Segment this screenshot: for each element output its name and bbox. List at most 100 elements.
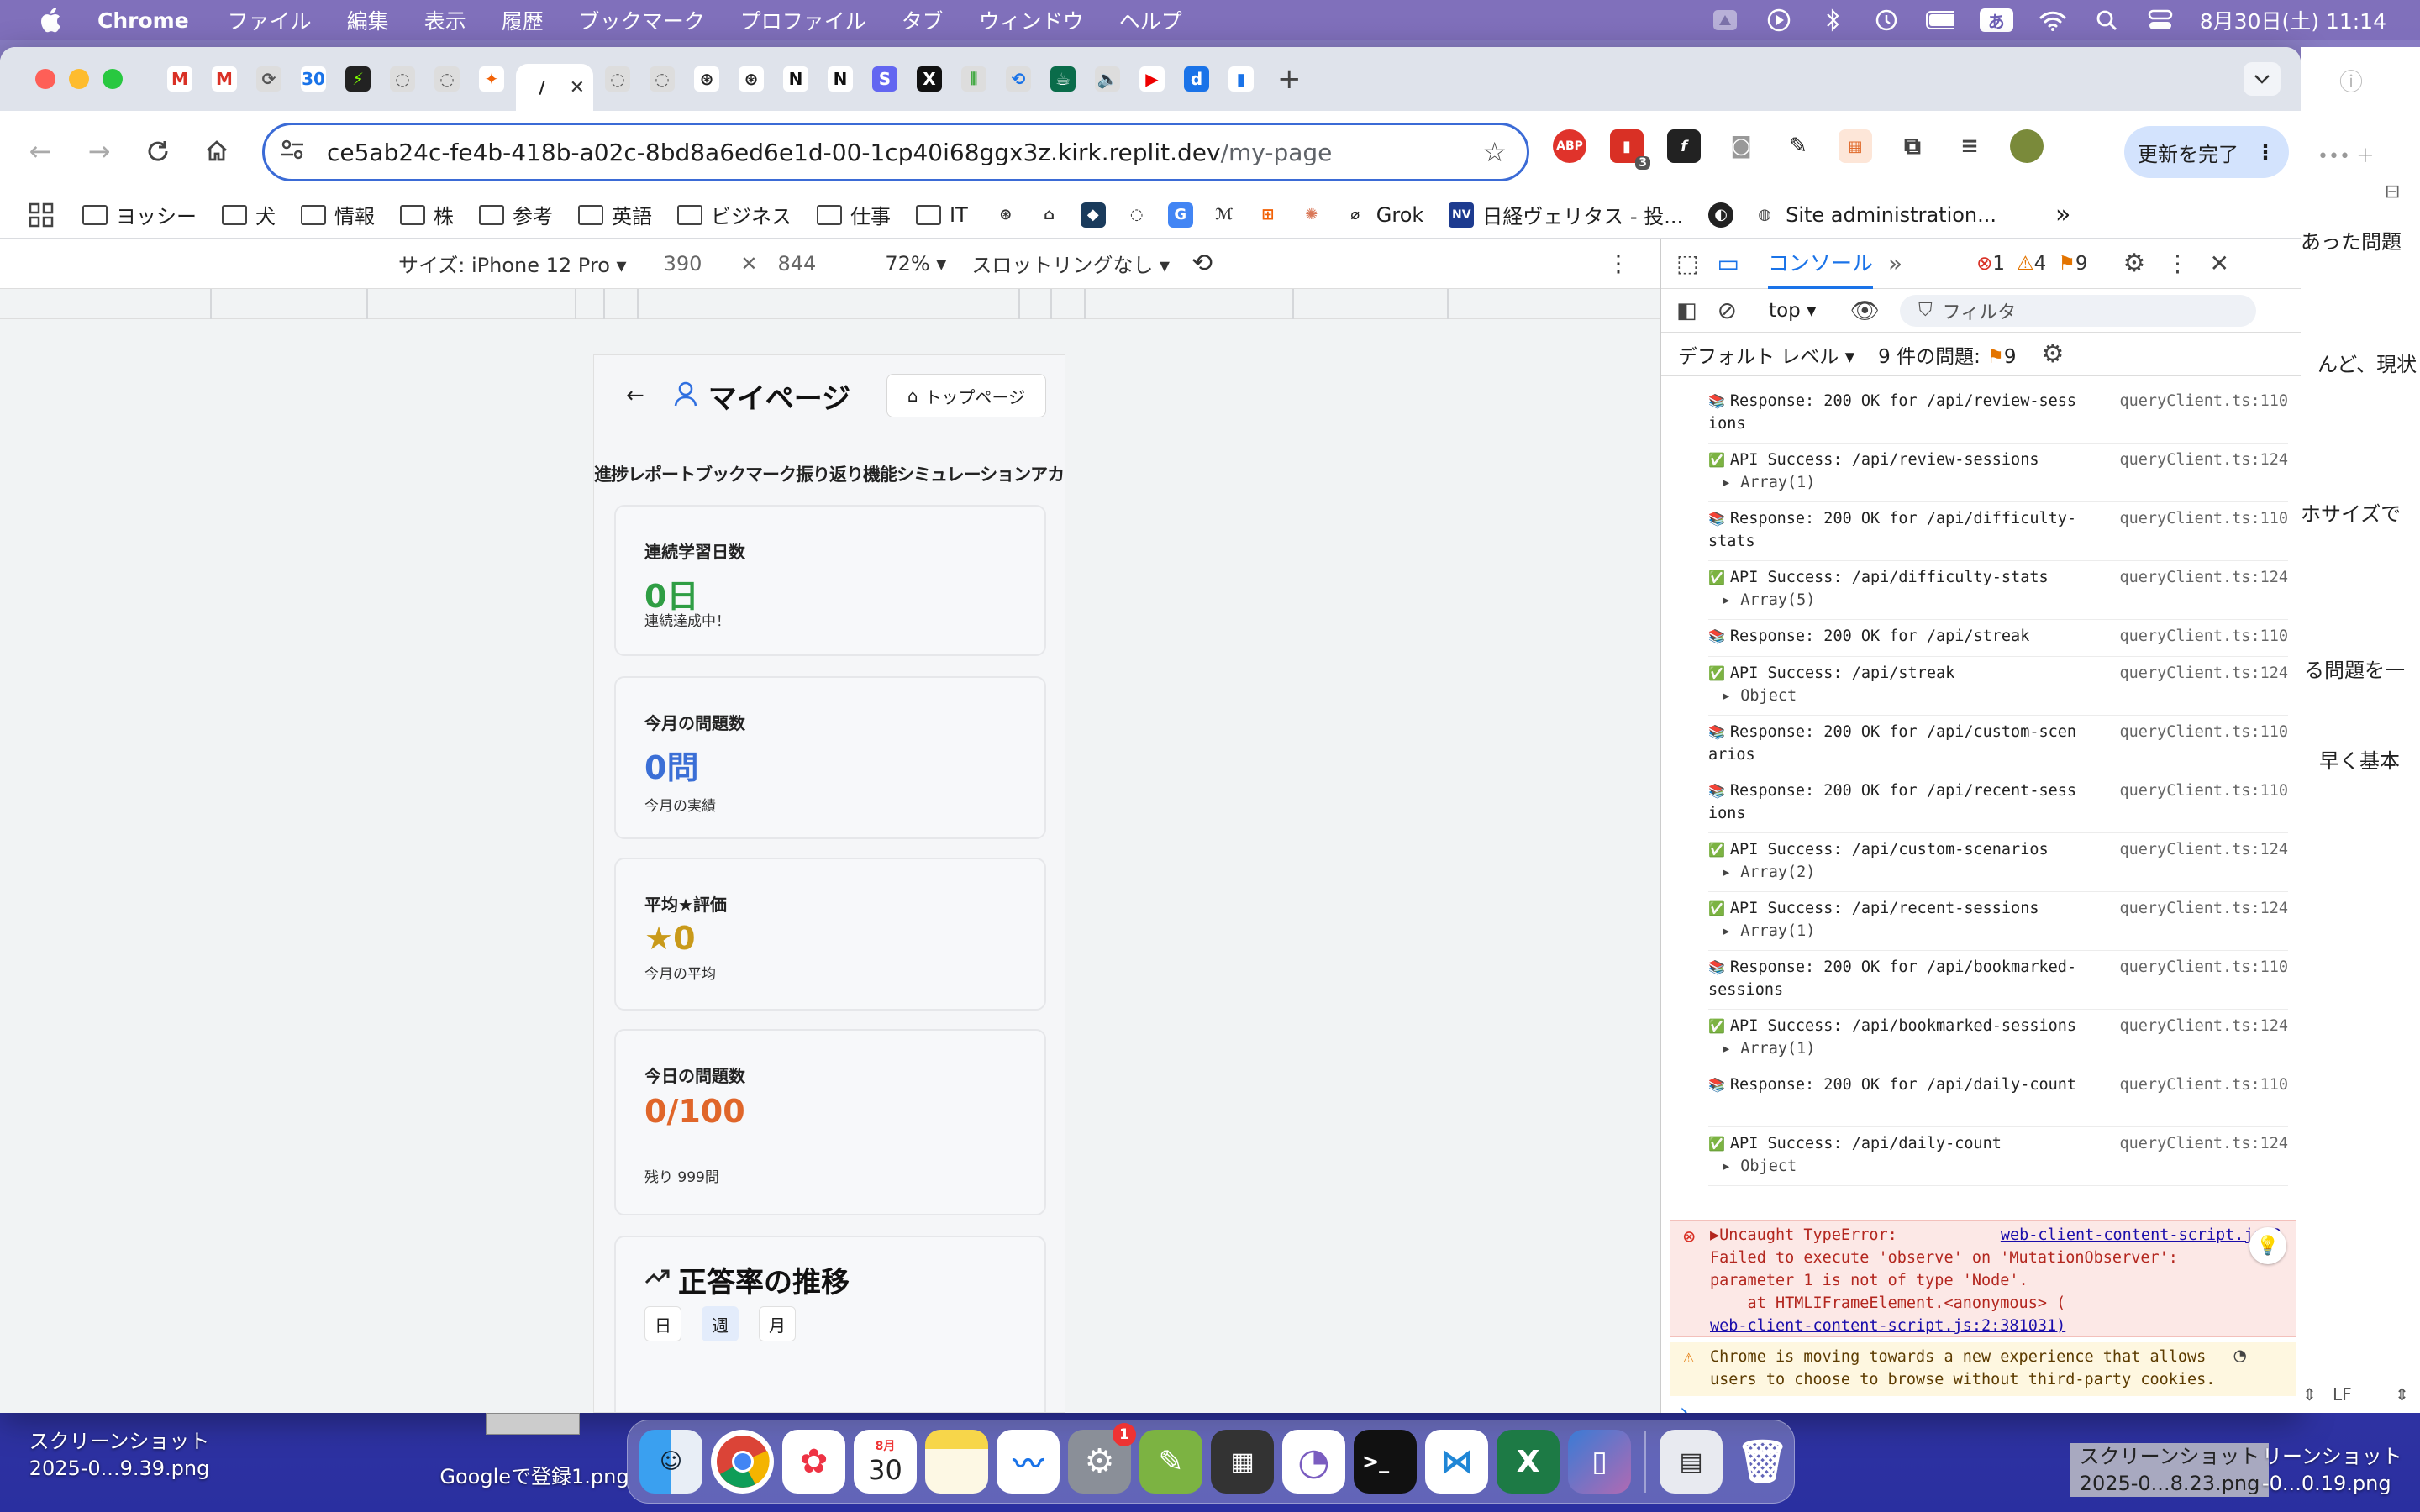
browser-tab[interactable]: ⦀ <box>954 55 994 102</box>
browser-tab[interactable]: ◌ <box>427 55 467 102</box>
eyedropper-icon[interactable]: ✎ <box>1781 129 1815 163</box>
bookmark-nikkei[interactable]: NV 日経ヴェリタス - 投... <box>1449 200 1683 229</box>
home-bookmark-icon[interactable]: ⌂ <box>1037 202 1062 228</box>
console-warning-entry[interactable]: ⚠ Chrome is moving towards a new experie… <box>1670 1342 2296 1396</box>
zoom-select[interactable]: 72% ▾ <box>885 252 946 276</box>
browser-tab[interactable]: ◌ <box>642 55 682 102</box>
console-log-entry[interactable]: 📚 Response: 200 OK for /api/review-sessio… <box>1708 386 2288 444</box>
perplexity-bookmark-icon[interactable]: ◆ <box>1080 202 1106 228</box>
console-log-entry[interactable]: ✅ API Success: /api/custom-scenarios ▸ Arr… <box>1708 835 2288 892</box>
tab-search-button[interactable] <box>2244 62 2281 96</box>
issues-link[interactable]: 9 件の問題: ⚑9 <box>1878 340 2016 369</box>
device-toggle-icon[interactable]: ▭ <box>1717 249 1739 277</box>
menu-bookmarks[interactable]: ブックマーク <box>579 5 705 35</box>
bookmark-folder-english[interactable]: 英語 <box>578 200 652 229</box>
error-source-link[interactable]: web-client-content-script.js:2 <box>2001 1224 2281 1247</box>
expand-triangle-icon[interactable]: ▸ <box>1722 922 1740 940</box>
terminal-icon[interactable]: >_ <box>1354 1430 1418 1494</box>
segment-month[interactable]: 月 <box>759 1306 796 1341</box>
apps-grid-icon[interactable] <box>29 202 54 228</box>
chatgpt-bookmark-icon[interactable]: ⊛ <box>993 202 1018 228</box>
updown-icon[interactable]: ⇕ <box>2395 1384 2409 1404</box>
log-source-link[interactable]: queryClient.ts:124 <box>2120 1132 2288 1155</box>
log-level-select[interactable]: デフォルト レベル ▾ <box>1678 340 1854 369</box>
iphone-mirroring-icon[interactable]: ▯ <box>1568 1430 1632 1494</box>
bluetooth-icon[interactable] <box>1818 8 1847 32</box>
log-expandable-object[interactable]: ▸ Array(1) <box>1722 1037 2288 1060</box>
bookmark-folder-work[interactable]: 仕事 <box>817 200 891 229</box>
expand-triangle-icon[interactable]: ▸ <box>1722 1040 1740 1058</box>
downloads-stack-icon[interactable]: ▤ <box>1660 1430 1723 1494</box>
site-settings-icon[interactable] <box>280 137 313 168</box>
browser-tab[interactable]: N <box>776 55 816 102</box>
address-bar[interactable]: ce5ab24c-fe4b-418b-a02c-8bd8a6ed6e1d-00-… <box>262 123 1529 181</box>
desktop-file-screenshot-3[interactable]: リーンショット -0...0.19.png <box>2262 1443 2420 1497</box>
log-source-link[interactable]: queryClient.ts:110 <box>2120 721 2288 743</box>
new-tab-button[interactable]: + <box>1277 62 1302 96</box>
extensions-puzzle-icon[interactable]: ⧉ <box>1896 129 1929 163</box>
desktop-file-screenshot-2[interactable]: スクリーンショット 2025-0...8.23.png <box>2070 1443 2269 1497</box>
cookie-icon[interactable]: ◔ <box>2234 1344 2246 1367</box>
log-expandable-object[interactable]: ▸ Object <box>1722 1155 2288 1178</box>
ai-insight-icon[interactable]: 💡 <box>2249 1227 2286 1264</box>
browser-tab[interactable]: M <box>160 55 200 102</box>
back-button[interactable]: ← <box>22 133 59 170</box>
width-input[interactable]: 390 <box>664 252 702 276</box>
console-log-entry[interactable]: 📚 Response: 200 OK for /api/bookmarked-se… <box>1708 953 2288 1010</box>
m-bookmark-icon[interactable]: ℳ <box>1212 202 1237 228</box>
log-expandable-object[interactable]: ▸ Object <box>1722 685 2288 707</box>
throttle-select[interactable]: スロットリングなし ▾ <box>971 249 1170 278</box>
desktop-file-screenshot-1[interactable]: スクリーンショット 2025-0...9.39.png <box>22 1428 217 1482</box>
dark-bookmark-icon[interactable]: ◐ <box>1708 202 1734 228</box>
log-source-link[interactable]: queryClient.ts:124 <box>2120 566 2288 589</box>
bookmark-grok[interactable]: ⌀ Grok <box>1343 202 1423 228</box>
media-controls-icon[interactable]: ≡ <box>1953 129 1986 163</box>
browser-tab[interactable]: X <box>909 55 950 102</box>
error-stack-link[interactable]: web-client-content-script.js:2:381031) <box>1710 1315 2281 1337</box>
reload-button[interactable] <box>139 133 176 170</box>
input-method-indicator[interactable]: あ <box>1979 8 2013 32</box>
back-arrow-icon[interactable]: ← <box>626 383 644 408</box>
apple-icon[interactable] <box>35 6 64 34</box>
update-chrome-button[interactable]: 更新を完了 ⋮ <box>2124 126 2289 178</box>
browser-tab[interactable]: ⟳ <box>249 55 289 102</box>
time-machine-icon[interactable] <box>1872 8 1901 32</box>
battery-icon[interactable] <box>1925 8 1954 32</box>
notes-icon[interactable] <box>925 1430 988 1494</box>
menu-help[interactable]: ヘルプ <box>1119 5 1182 35</box>
browser-tab[interactable]: ⊛ <box>687 55 727 102</box>
browser-tab[interactable]: ☕ <box>1043 55 1083 102</box>
photos-icon[interactable]: ✿ <box>782 1430 845 1494</box>
top-page-button[interactable]: ⌂ トップページ <box>886 374 1046 417</box>
camera-icon[interactable]: ◙ <box>1724 129 1758 163</box>
close-window-button[interactable] <box>35 69 55 89</box>
translate-bookmark-icon[interactable]: G <box>1167 202 1193 228</box>
adblock-plus-icon[interactable]: ABP <box>1553 129 1586 163</box>
calculator-icon[interactable]: ▦ <box>1211 1430 1274 1494</box>
sidebar-toggle-icon[interactable]: ◧ <box>1676 298 1697 323</box>
panel-icon[interactable]: ⊟ <box>2385 181 2400 202</box>
script-editor-icon[interactable]: ✎ <box>1139 1430 1202 1494</box>
calendar-extension-icon[interactable]: ▮ 3 <box>1610 129 1650 170</box>
trash-icon[interactable]: 🗑 <box>1731 1430 1794 1494</box>
log-expandable-object[interactable]: ▸ Array(1) <box>1722 471 2288 494</box>
log-expandable-object[interactable]: ▸ Array(2) <box>1722 861 2288 884</box>
devtools-more-icon[interactable]: ⋮ <box>2165 249 2189 277</box>
bookmark-folder-reference[interactable]: 参考 <box>479 200 553 229</box>
info-icon[interactable]: ⓘ <box>2339 64 2363 97</box>
bookmark-folder-stocks[interactable]: 株 <box>400 200 454 229</box>
desktop-file-thumbnail[interactable] <box>486 1413 580 1435</box>
error-count[interactable]: ⊗1 <box>1976 253 2005 275</box>
log-source-link[interactable]: queryClient.ts:110 <box>2120 780 2288 802</box>
browser-tab[interactable]: 30 <box>293 55 334 102</box>
calendar-icon[interactable]: 8月 30 <box>854 1430 917 1494</box>
console-prompt[interactable]: › <box>1680 1399 1688 1413</box>
zoom-window-button[interactable] <box>103 69 123 89</box>
status-app-icon[interactable] <box>1711 8 1739 32</box>
console-log-entry[interactable]: ✅ API Success: /api/daily-count ▸ Object qu… <box>1708 1129 2288 1186</box>
formula-extension-icon[interactable]: f <box>1667 129 1701 163</box>
wifi-icon[interactable] <box>2039 8 2067 32</box>
updown-icon[interactable]: ⇕ <box>2302 1384 2317 1404</box>
log-source-link[interactable]: queryClient.ts:110 <box>2120 1074 2288 1096</box>
rotate-icon[interactable]: ⟲ <box>1192 249 1213 278</box>
